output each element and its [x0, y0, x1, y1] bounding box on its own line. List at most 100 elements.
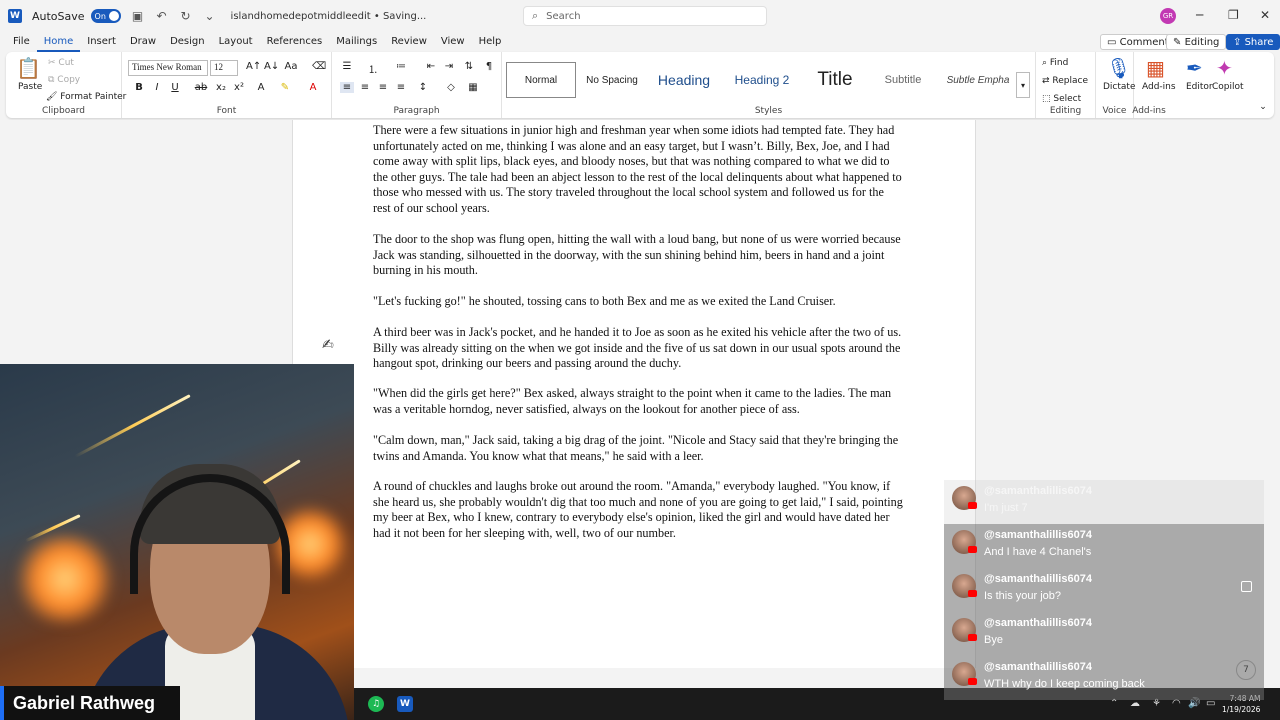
copy-button[interactable]: ⧉ Copy	[48, 75, 80, 85]
restore-icon[interactable]: ❐	[1228, 8, 1239, 22]
redo-icon[interactable]: ↻	[179, 9, 193, 23]
chat-counter-badge[interactable]: 7	[1236, 660, 1256, 680]
shading-icon[interactable]: ◇	[444, 82, 458, 93]
cut-button[interactable]: ✂ Cut	[48, 58, 74, 68]
style-title[interactable]: Title	[802, 62, 868, 98]
tab-file[interactable]: File	[6, 32, 37, 52]
italic-icon[interactable]: I	[150, 82, 164, 93]
bold-icon[interactable]: B	[132, 82, 146, 93]
addins-button[interactable]: Add-ins	[1142, 82, 1176, 92]
bullets-icon[interactable]: ☰	[340, 61, 354, 72]
user-avatar[interactable]: GR	[1160, 8, 1176, 24]
autosave-toggle[interactable]: On	[90, 9, 121, 23]
collapse-ribbon-icon[interactable]: ⌄	[1256, 102, 1270, 112]
align-left-icon[interactable]: ≡	[340, 82, 354, 93]
document-paragraph[interactable]: "Let's fucking go!" he shouted, tossing …	[373, 294, 903, 310]
increase-indent-icon[interactable]: ⇥	[442, 61, 456, 72]
grow-font-icon[interactable]: A↑	[246, 61, 261, 72]
font-color-icon[interactable]: A	[306, 82, 320, 93]
word-taskbar-icon[interactable]: W	[397, 696, 413, 712]
comment-icon: ▭	[1107, 36, 1117, 48]
tab-design[interactable]: Design	[163, 32, 212, 52]
document-page[interactable]: There were a few situations in junior hi…	[292, 120, 976, 668]
document-paragraph[interactable]: "Calm down, man," Jack said, taking a bi…	[373, 433, 903, 464]
style-subtitle[interactable]: Subtitle	[870, 62, 936, 98]
align-center-icon[interactable]: ≡	[358, 82, 372, 93]
customize-toolbar-icon[interactable]: ⌄	[203, 9, 217, 23]
youtube-icon	[968, 502, 977, 509]
tab-insert[interactable]: Insert	[80, 32, 123, 52]
shrink-font-icon[interactable]: A↓	[264, 61, 279, 72]
tab-mailings[interactable]: Mailings	[329, 32, 384, 52]
tab-layout[interactable]: Layout	[212, 32, 260, 52]
tab-review[interactable]: Review	[384, 32, 434, 52]
minimize-icon[interactable]: ─	[1196, 8, 1203, 22]
paste-button[interactable]: Paste	[18, 82, 42, 92]
copy-label: Copy	[57, 75, 81, 85]
show-formatting-icon[interactable]: ¶	[482, 61, 496, 72]
name-bar-accent	[0, 686, 4, 720]
style-heading[interactable]: Heading	[646, 62, 722, 98]
dictate-button[interactable]: Dictate	[1103, 82, 1136, 92]
document-paragraph[interactable]: A third beer was in Jack's pocket, and h…	[373, 325, 903, 372]
tab-draw[interactable]: Draw	[123, 32, 163, 52]
change-case-icon[interactable]: Aa	[284, 61, 298, 72]
tab-home[interactable]: Home	[36, 32, 81, 52]
close-icon[interactable]: ✕	[1260, 8, 1270, 22]
paste-icon[interactable]: 📋	[16, 56, 41, 80]
decrease-indent-icon[interactable]: ⇤	[424, 61, 438, 72]
underline-icon[interactable]: U	[168, 82, 182, 93]
share-button[interactable]: ⇪ Share	[1226, 34, 1280, 50]
editor-button[interactable]: Editor	[1186, 82, 1213, 92]
chat-username: @samanthalillis6074	[984, 617, 1092, 629]
replace-label: Replace	[1052, 76, 1089, 86]
spotify-icon[interactable]: ♫	[368, 696, 384, 712]
format-painter-button[interactable]: 🖌 Format Painter	[46, 92, 126, 102]
justify-icon[interactable]: ≡	[394, 82, 408, 93]
superscript-icon[interactable]: x²	[232, 82, 246, 93]
document-paragraph[interactable]: The door to the shop was flung open, hit…	[373, 232, 903, 279]
tab-references[interactable]: References	[260, 32, 330, 52]
editing-mode-button[interactable]: ✎ Editing	[1166, 34, 1227, 50]
font-family-select[interactable]: Times New Roman	[128, 60, 208, 76]
search-input[interactable]: ⌕ Search	[523, 6, 767, 26]
multilevel-list-icon[interactable]: ≔	[394, 61, 408, 72]
style-no-spacing[interactable]: No Spacing	[580, 62, 644, 98]
font-size-select[interactable]: 12	[210, 60, 238, 76]
style-subtle-emphasis[interactable]: Subtle Empha	[938, 62, 1018, 98]
find-button[interactable]: ⌕ Find	[1042, 58, 1068, 68]
strikethrough-icon[interactable]: ab	[194, 82, 208, 93]
highlight-icon[interactable]: ✎	[278, 82, 292, 93]
tab-view[interactable]: View	[434, 32, 472, 52]
line-spacing-icon[interactable]: ↕	[416, 82, 430, 93]
sort-icon[interactable]: ⇅	[462, 61, 476, 72]
borders-icon[interactable]: ▦	[466, 82, 480, 93]
style-heading-2[interactable]: Heading 2	[724, 62, 800, 98]
align-right-icon[interactable]: ≡	[376, 82, 390, 93]
undo-icon[interactable]: ↶	[155, 9, 169, 23]
chat-text: Is this your job?	[984, 590, 1062, 602]
save-icon[interactable]: ▣	[131, 9, 145, 23]
copilot-button[interactable]: Copilot	[1212, 82, 1244, 92]
chat-message: @samanthalillis6074 I'm just 7	[944, 480, 1264, 524]
editor-icon[interactable]: ✒	[1186, 56, 1203, 80]
document-paragraph[interactable]: A round of chuckles and laughs broke out…	[373, 479, 903, 541]
clear-formatting-icon[interactable]: ⌫	[312, 61, 326, 72]
document-paragraph[interactable]: "When did the girls get here?" Bex asked…	[373, 386, 903, 417]
styles-more-icon[interactable]: ▾	[1016, 72, 1030, 98]
document-title[interactable]: islandhomedepotmiddleedit • Saving...	[231, 11, 427, 22]
styles-group-label: Styles	[754, 106, 783, 116]
addins-icon[interactable]: ▦	[1146, 56, 1165, 80]
text-effects-icon[interactable]: A	[254, 82, 268, 93]
select-button[interactable]: ⬚ Select	[1042, 94, 1081, 104]
microphone-icon[interactable]: 🎙	[1106, 56, 1131, 80]
chat-flag-icon[interactable]	[1241, 581, 1252, 592]
replace-button[interactable]: ⇄ Replace	[1042, 76, 1088, 86]
menu-bar: File Home Insert Draw Design Layout Refe…	[0, 32, 1280, 52]
copilot-icon[interactable]: ✦	[1216, 56, 1233, 80]
subscript-icon[interactable]: x₂	[214, 82, 228, 93]
style-normal[interactable]: Normal	[506, 62, 576, 98]
tab-help[interactable]: Help	[472, 32, 509, 52]
document-paragraph[interactable]: There were a few situations in junior hi…	[373, 123, 903, 216]
numbering-icon[interactable]: ⒈	[366, 61, 380, 76]
